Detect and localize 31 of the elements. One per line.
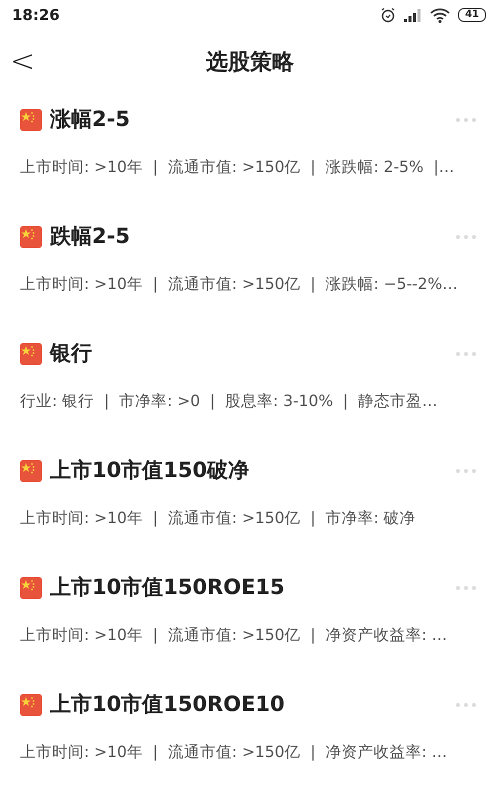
- more-icon[interactable]: [456, 586, 476, 590]
- flag-icon: [20, 342, 42, 365]
- flag-icon: [20, 460, 42, 482]
- flag-icon: [20, 108, 42, 131]
- wifi-icon: [430, 8, 450, 22]
- alarm-icon: [380, 7, 396, 23]
- strategy-name[interactable]: 上市10市值150ROE10: [50, 689, 285, 720]
- more-icon[interactable]: [456, 118, 476, 122]
- status-time: 18:26: [12, 4, 60, 26]
- strategy-name[interactable]: 涨幅2-5: [50, 104, 130, 136]
- strategy-criteria: 行业: 银行 | 市净率: >0 | 股息率: 3-10% | 静态市盈…: [20, 392, 438, 410]
- strategy-criteria: 上市时间: >10年 | 流通市值: >150亿 | 涨跌幅: 2-5% |…: [20, 158, 454, 176]
- signal-icon: [404, 8, 422, 22]
- strategy-name[interactable]: 上市10市值150破净: [50, 455, 250, 486]
- flag-icon: [20, 226, 42, 248]
- more-icon[interactable]: [456, 702, 476, 707]
- strategy-name[interactable]: 跌幅2-5: [50, 221, 130, 252]
- strategy-criteria: 上市时间: >10年 | 流通市值: >150亿 | 涨跌幅: −5--2%…: [20, 274, 458, 292]
- flag-icon: [20, 694, 42, 716]
- back-button[interactable]: <: [0, 47, 56, 77]
- strategy-criteria: 上市时间: >10年 | 流通市值: >150亿 | 净资产收益率: …: [20, 626, 448, 644]
- flag-icon: [20, 576, 42, 599]
- more-icon[interactable]: [456, 468, 476, 473]
- strategy-name[interactable]: 上市10市值150ROE15: [50, 572, 285, 604]
- strategy-criteria: 上市时间: >10年 | 流通市值: >150亿 | 市净率: 破净: [20, 508, 416, 526]
- more-icon[interactable]: [456, 352, 476, 356]
- battery-indicator: 41: [458, 8, 486, 22]
- more-icon[interactable]: [456, 234, 476, 239]
- strategy-name[interactable]: 银行: [50, 338, 92, 370]
- strategy-criteria: 上市时间: >10年 | 流通市值: >150亿 | 净资产收益率: …: [20, 742, 448, 760]
- page-title: 选股策略: [206, 48, 294, 76]
